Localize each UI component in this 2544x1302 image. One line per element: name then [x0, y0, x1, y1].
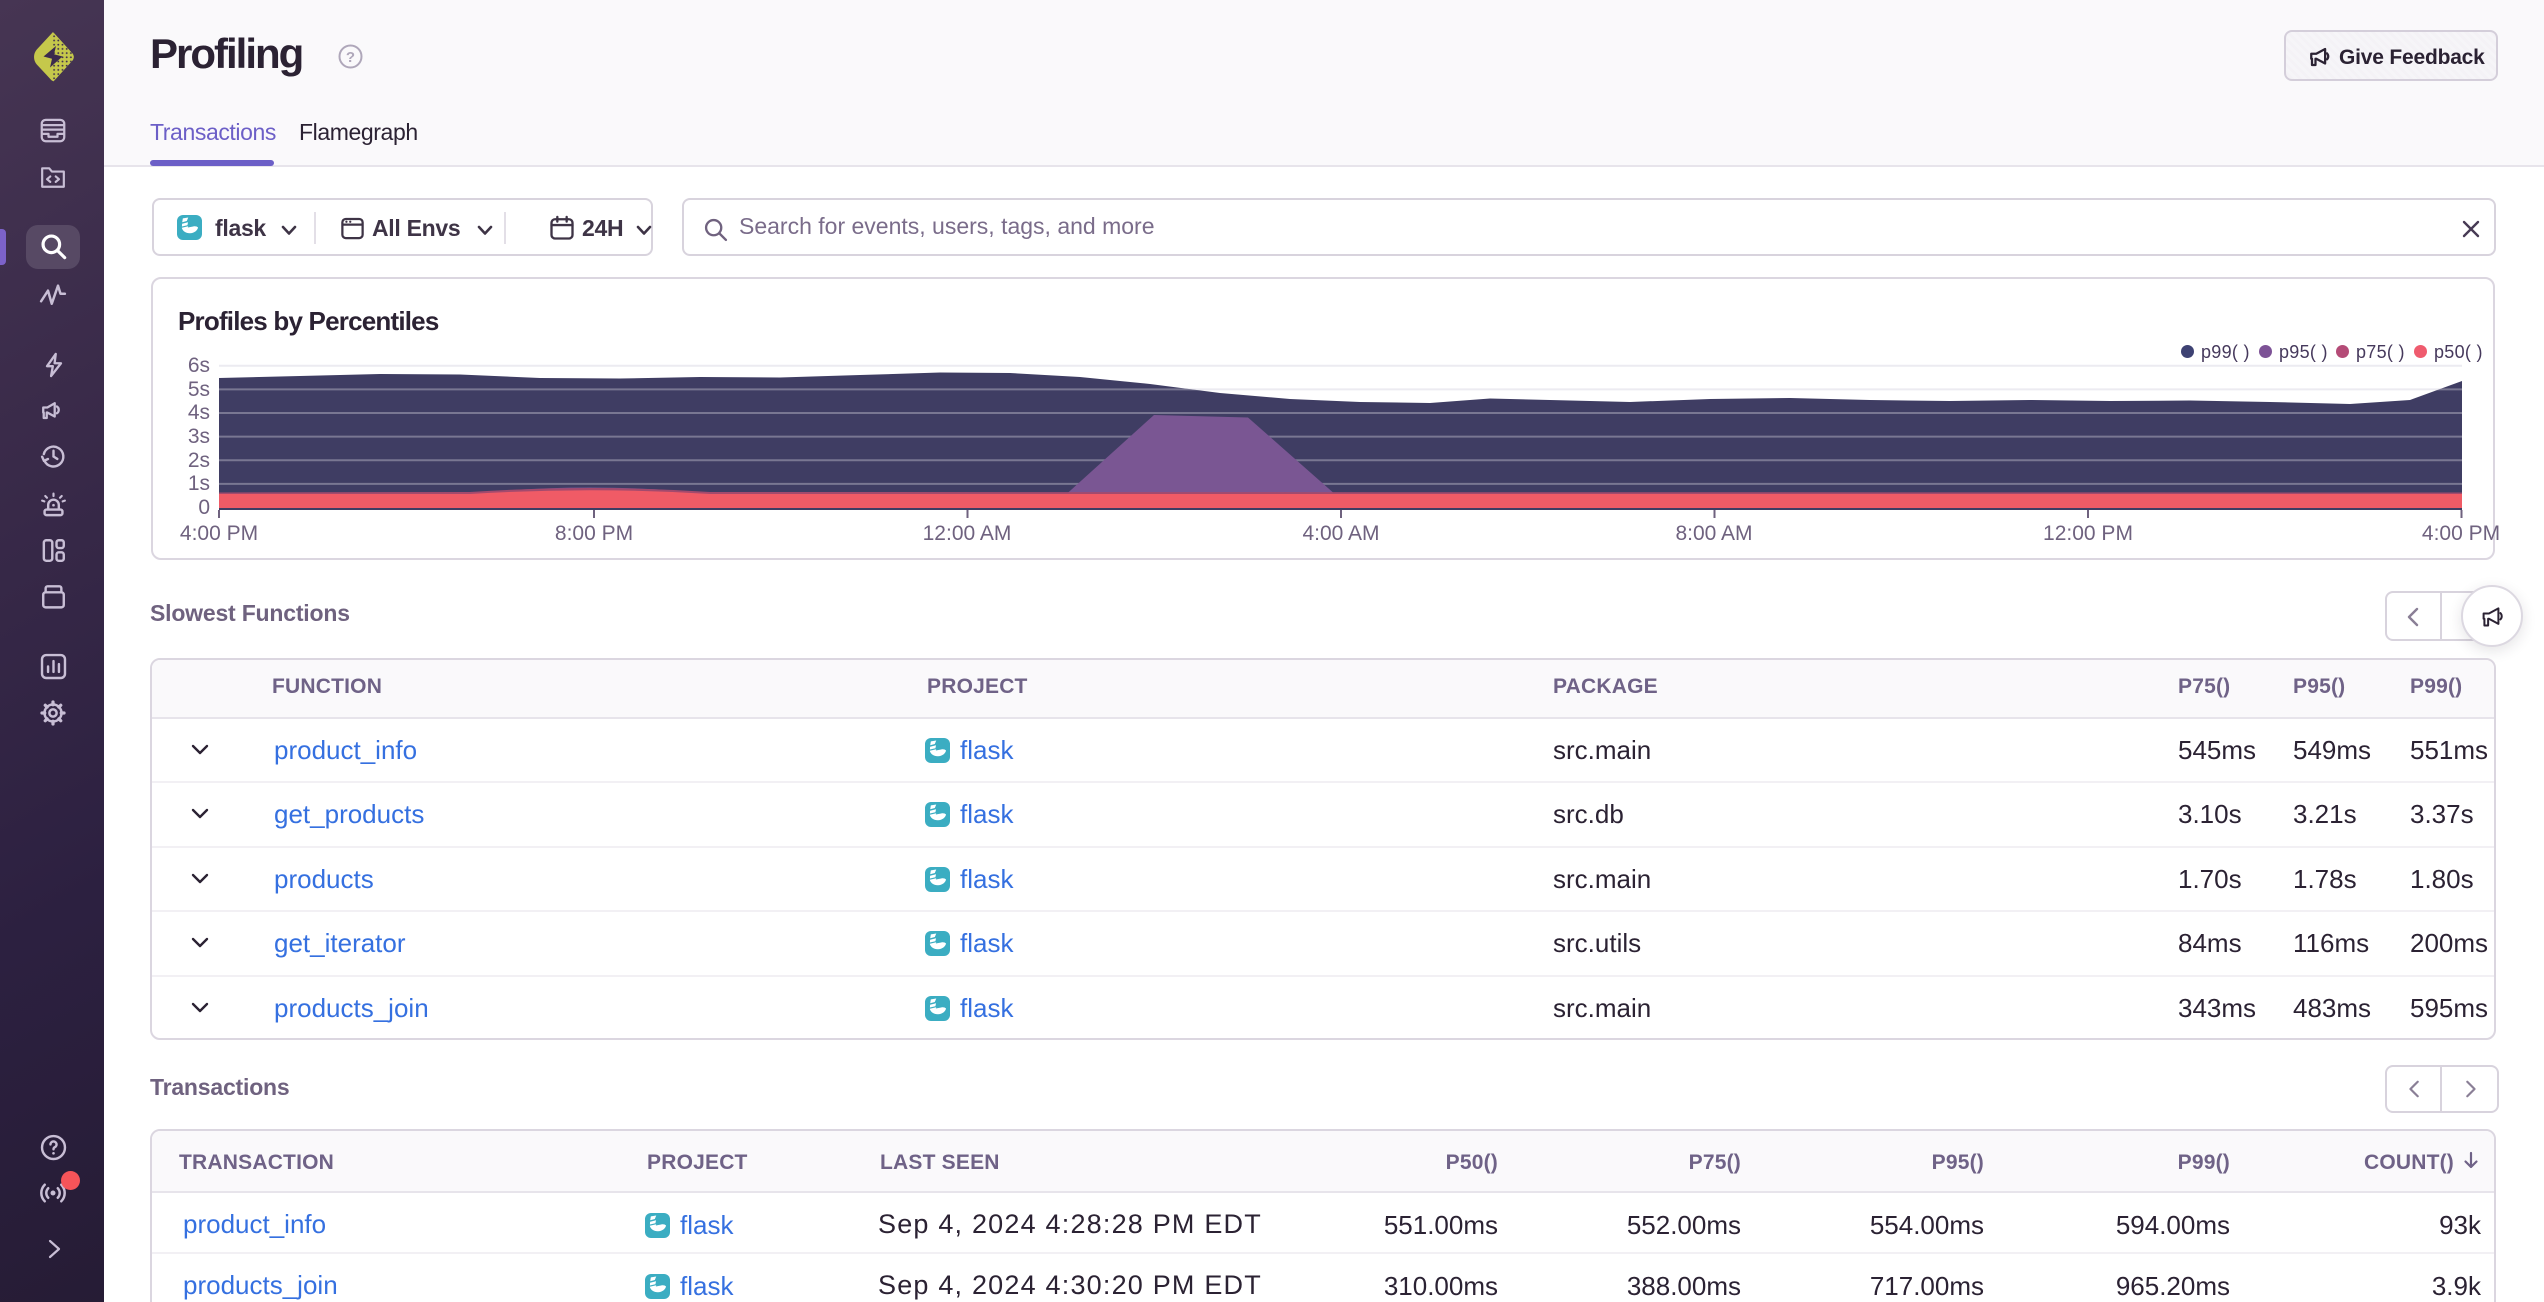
svg-text:?: ? — [346, 49, 355, 66]
